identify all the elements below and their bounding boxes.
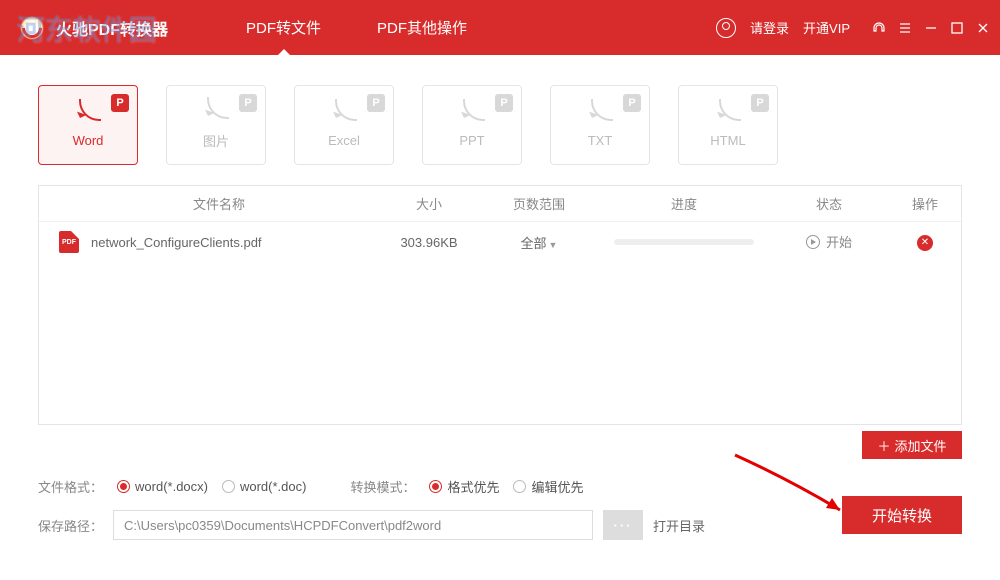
format-badge-icon: P <box>495 94 513 112</box>
support-icon[interactable] <box>872 21 886 35</box>
menu-icon[interactable] <box>898 21 912 35</box>
format-card-ppt[interactable]: P PPT <box>422 85 522 165</box>
start-convert-button[interactable]: 开始转换 <box>842 496 962 534</box>
format-badge-icon: P <box>239 94 257 112</box>
radio-icon <box>429 480 442 493</box>
file-list-header: 文件名称 大小 页数范围 进度 状态 操作 <box>39 186 961 222</box>
convert-mode-label: 转换模式： <box>350 477 415 496</box>
bottom-options: 文件格式： word(*.docx) word(*.doc) 转换模式： 格式优… <box>0 459 1000 540</box>
delete-row-button[interactable]: ✕ <box>917 235 933 251</box>
format-badge-icon: P <box>623 94 641 112</box>
radio-icon <box>513 480 526 493</box>
convert-arrow-icon <box>329 103 359 127</box>
save-path-input[interactable]: C:\Users\pc0359\Documents\HCPDFConvert\p… <box>113 510 593 540</box>
radio-icon <box>117 480 130 493</box>
format-card-html[interactable]: P HTML <box>678 85 778 165</box>
app-header: 火驰PDF转换器 PDF转文件 PDF其他操作 请登录 开通VIP <box>0 0 1000 55</box>
radio-docx[interactable]: word(*.docx) <box>117 479 208 494</box>
start-row-button[interactable]: 开始 <box>806 232 852 251</box>
pdf-file-icon: PDF <box>59 231 79 253</box>
format-selector-row: P Word P 图片 P Excel P PPT P TXT P HTML <box>0 55 1000 185</box>
col-header-range: 页数范围 <box>479 194 599 213</box>
tab-pdf-to-file[interactable]: PDF转文件 <box>218 0 349 55</box>
convert-arrow-icon <box>73 103 103 127</box>
format-badge-icon: P <box>367 94 385 112</box>
maximize-button[interactable] <box>950 21 964 35</box>
format-card-txt[interactable]: P TXT <box>550 85 650 165</box>
file-list-panel: 文件名称 大小 页数范围 进度 状态 操作 PDF network_Config… <box>38 185 962 425</box>
file-format-label: 文件格式： <box>38 477 103 496</box>
minimize-button[interactable] <box>924 21 938 35</box>
main-tabs: PDF转文件 PDF其他操作 <box>218 0 495 55</box>
play-icon <box>806 235 820 249</box>
plus-icon: ＋ <box>877 436 890 455</box>
format-card-excel[interactable]: P Excel <box>294 85 394 165</box>
radio-doc[interactable]: word(*.doc) <box>222 479 306 494</box>
login-link[interactable]: 请登录 <box>750 18 789 37</box>
format-badge-icon: P <box>111 94 129 112</box>
logo-area: 火驰PDF转换器 <box>18 14 168 42</box>
save-path-label: 保存路径： <box>38 516 103 535</box>
format-card-image[interactable]: P 图片 <box>166 85 266 165</box>
format-card-word[interactable]: P Word <box>38 85 138 165</box>
convert-arrow-icon <box>585 103 615 127</box>
col-header-size: 大小 <box>379 194 479 213</box>
col-header-status: 状态 <box>769 194 889 213</box>
header-right: 请登录 开通VIP <box>716 18 990 38</box>
file-name: network_ConfigureClients.pdf <box>91 235 262 250</box>
open-dir-link[interactable]: 打开目录 <box>653 516 705 535</box>
add-file-button[interactable]: ＋ 添加文件 <box>862 431 962 459</box>
radio-edit-priority[interactable]: 编辑优先 <box>513 477 583 496</box>
chevron-down-icon: ▼ <box>549 240 558 250</box>
app-logo-icon <box>18 14 46 42</box>
format-label: 图片 <box>203 131 229 150</box>
format-label: HTML <box>710 133 745 148</box>
format-badge-icon: P <box>751 94 769 112</box>
page-range-dropdown[interactable]: 全部▼ <box>479 233 599 252</box>
close-button[interactable] <box>976 21 990 35</box>
col-header-name: 文件名称 <box>39 194 379 213</box>
format-label: Excel <box>328 133 360 148</box>
convert-arrow-icon <box>713 103 743 127</box>
progress-cell <box>599 239 769 245</box>
radio-format-priority[interactable]: 格式优先 <box>429 477 499 496</box>
format-label: PPT <box>459 133 484 148</box>
col-header-progress: 进度 <box>599 194 769 213</box>
radio-icon <box>222 480 235 493</box>
vip-link[interactable]: 开通VIP <box>803 18 850 37</box>
convert-arrow-icon <box>201 101 231 125</box>
app-title: 火驰PDF转换器 <box>56 16 168 40</box>
format-label: TXT <box>588 133 613 148</box>
file-size: 303.96KB <box>379 235 479 250</box>
table-row: PDF network_ConfigureClients.pdf 303.96K… <box>39 222 961 262</box>
progress-bar <box>614 239 754 245</box>
convert-arrow-icon <box>457 103 487 127</box>
format-label: Word <box>73 133 104 148</box>
user-avatar-icon <box>716 18 736 38</box>
browse-button[interactable]: ··· <box>603 510 643 540</box>
col-header-action: 操作 <box>889 194 961 213</box>
tab-pdf-other[interactable]: PDF其他操作 <box>349 0 495 55</box>
